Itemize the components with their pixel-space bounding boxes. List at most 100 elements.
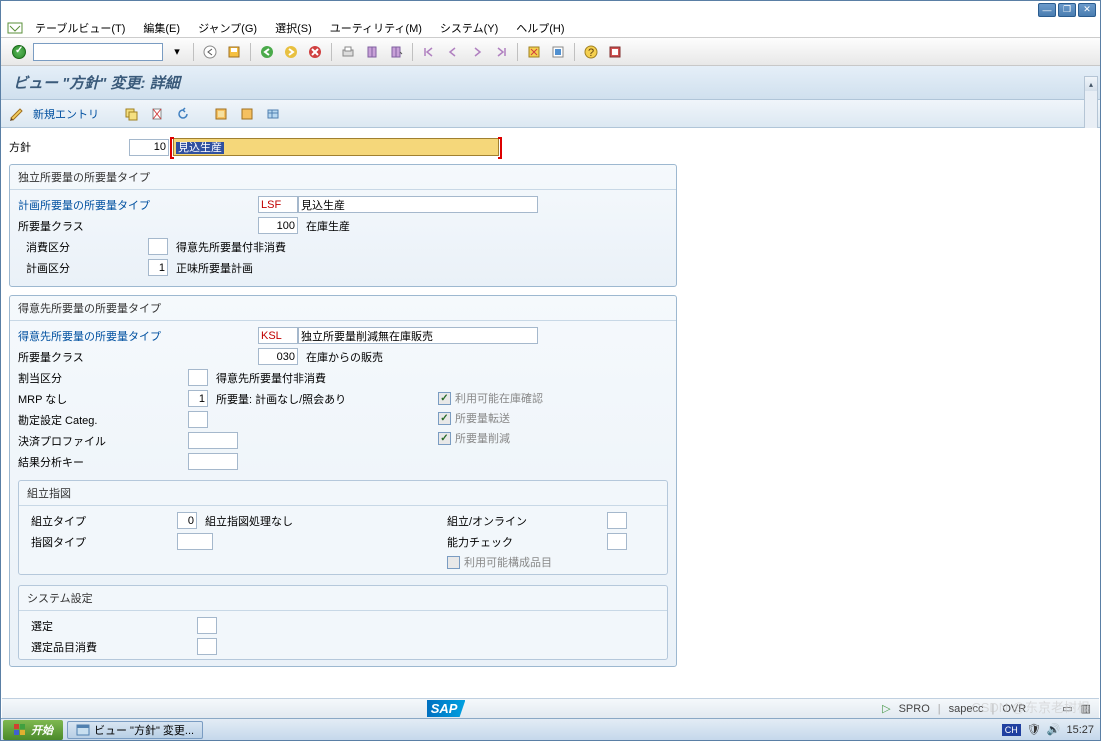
first-page-icon[interactable] [419,42,439,62]
cust-class-code-field[interactable] [258,348,298,365]
plan-seg-field[interactable] [148,259,168,276]
sap-menu-icon[interactable] [5,20,25,36]
policy-desc-text: 見込生産 [176,142,224,154]
cmd-dropdown-icon[interactable]: ▾ [167,42,187,62]
menu-system[interactable]: システム(Y) [432,18,506,38]
status-dropdown-icon[interactable]: ▥ [1081,702,1091,715]
plan-type-label[interactable]: 計画所要量の所要量タイプ [18,197,258,213]
settle-field[interactable] [188,432,238,449]
tray-icon-2[interactable]: 🔊 [1047,723,1061,736]
cust-type-desc-field[interactable] [298,327,538,344]
policy-code-field[interactable] [129,139,169,156]
acct-field[interactable] [188,411,208,428]
print-icon[interactable] [338,42,358,62]
cust-type-label[interactable]: 得意先所要量の所要量タイプ [18,328,258,344]
layout-menu-icon[interactable]: ▭ [1062,702,1072,715]
menu-table-view[interactable]: テーブルビュー(T) [27,18,133,38]
tray-icon-1[interactable]: 🛡 [1027,723,1041,736]
consume-label: 消費区分 [18,239,148,255]
scroll-up-icon[interactable]: ▴ [1085,77,1097,91]
status-bar: SAP ▷ SPRO | sapecc | OVR ▭ ▥ [2,698,1099,718]
policy-desc-field[interactable]: 見込生産 [173,138,499,156]
nav-icon[interactable]: ▷ [882,702,890,715]
sel-item-field[interactable] [197,638,217,655]
prev-page-icon[interactable] [443,42,463,62]
cap-field[interactable] [607,533,627,550]
exit-icon[interactable] [281,42,301,62]
back-icon[interactable] [200,42,220,62]
consume-field[interactable] [148,238,168,255]
help-icon[interactable]: ? [581,42,601,62]
req-class-label: 所要量クラス [18,218,258,234]
cancel-icon[interactable] [305,42,325,62]
start-button[interactable]: 开始 [3,720,63,740]
cust-type-code-field[interactable] [258,327,298,344]
variant-icon[interactable] [263,104,283,124]
chk1-label: 利用可能在庫確認 [455,390,543,406]
sel-field[interactable] [197,617,217,634]
find-next-icon[interactable] [386,42,406,62]
result-field[interactable] [188,453,238,470]
page-title: ビュー "方針" 変更: 詳細 [13,75,180,92]
menu-jump[interactable]: ジャンプ(G) [190,18,265,38]
chk3-label: 所要量削減 [455,430,510,446]
select-all-icon[interactable] [211,104,231,124]
change-icon[interactable] [7,104,27,124]
last-page-icon[interactable] [491,42,511,62]
req-class-code-field[interactable] [258,217,298,234]
otype-label: 指図タイプ [27,534,177,550]
menu-utility[interactable]: ユーティリティ(M) [322,18,430,38]
policy-label: 方針 [9,139,129,155]
task-label: ビュー "方針" 変更... [94,722,194,738]
customer-req-group: 得意先所要量の所要量タイプ 得意先所要量の所要量タイプ 所要量クラス 在庫からの… [9,295,677,667]
otype-field[interactable] [177,533,213,550]
command-field[interactable] [33,43,163,61]
lang-indicator[interactable]: CH [1002,724,1021,736]
minimize-button[interactable]: — [1038,3,1056,17]
task-button-1[interactable]: ビュー "方針" 変更... [67,721,203,739]
sap-logo: SAP [427,700,466,717]
atype-field[interactable] [177,512,197,529]
plan-type-desc-field[interactable] [298,196,538,213]
independent-req-group: 独立所要量の所要量タイプ 計画所要量の所要量タイプ 所要量クラス 在庫生産 消費… [9,164,677,287]
new-entry-link[interactable]: 新規エントリ [33,106,99,122]
next-page-icon[interactable] [467,42,487,62]
system-group: システム設定 選定 選定品目消費 [18,585,668,660]
enter-button[interactable] [9,42,29,62]
deselect-icon[interactable] [237,104,257,124]
sap-window-icon [76,724,90,736]
reduce-checkbox [438,432,451,445]
save-icon[interactable] [224,42,244,62]
menu-edit[interactable]: 編集(E) [135,18,188,38]
menubar: テーブルビュー(T) 編集(E) ジャンプ(G) 選択(S) ユーティリティ(M… [1,18,1100,38]
chk2-label: 所要量転送 [455,410,510,426]
layout-icon[interactable] [605,42,625,62]
close-button[interactable]: ✕ [1078,3,1096,17]
menu-help[interactable]: ヘルプ(H) [508,18,572,38]
cust-class-label: 所要量クラス [18,349,258,365]
cust-class-desc: 在庫からの販売 [306,349,383,365]
atype-label: 組立タイプ [27,513,177,529]
cap-label: 能力チェック [447,534,607,550]
undo-icon[interactable] [173,104,193,124]
plan-type-code-field[interactable] [258,196,298,213]
find-icon[interactable] [362,42,382,62]
standard-toolbar: ▾ ? [1,38,1100,66]
online-field[interactable] [607,512,627,529]
shortcut-icon[interactable] [548,42,568,62]
new-session-icon[interactable] [524,42,544,62]
req-class-desc: 在庫生産 [306,218,350,234]
mrp-field[interactable] [188,390,208,407]
menu-select[interactable]: 選択(S) [267,18,320,38]
start-label: 开始 [31,722,53,738]
back-green-icon[interactable] [257,42,277,62]
alloc-field[interactable] [188,369,208,386]
delete-icon[interactable] [147,104,167,124]
atp-checkbox [438,392,451,405]
consume-desc: 得意先所要量付非消費 [176,239,286,255]
maximize-button[interactable]: ❐ [1058,3,1076,17]
copy-icon[interactable] [121,104,141,124]
svg-text:?: ? [588,47,594,59]
system-title: システム設定 [19,586,667,611]
config-label: 利用可能構成品目 [464,554,552,570]
